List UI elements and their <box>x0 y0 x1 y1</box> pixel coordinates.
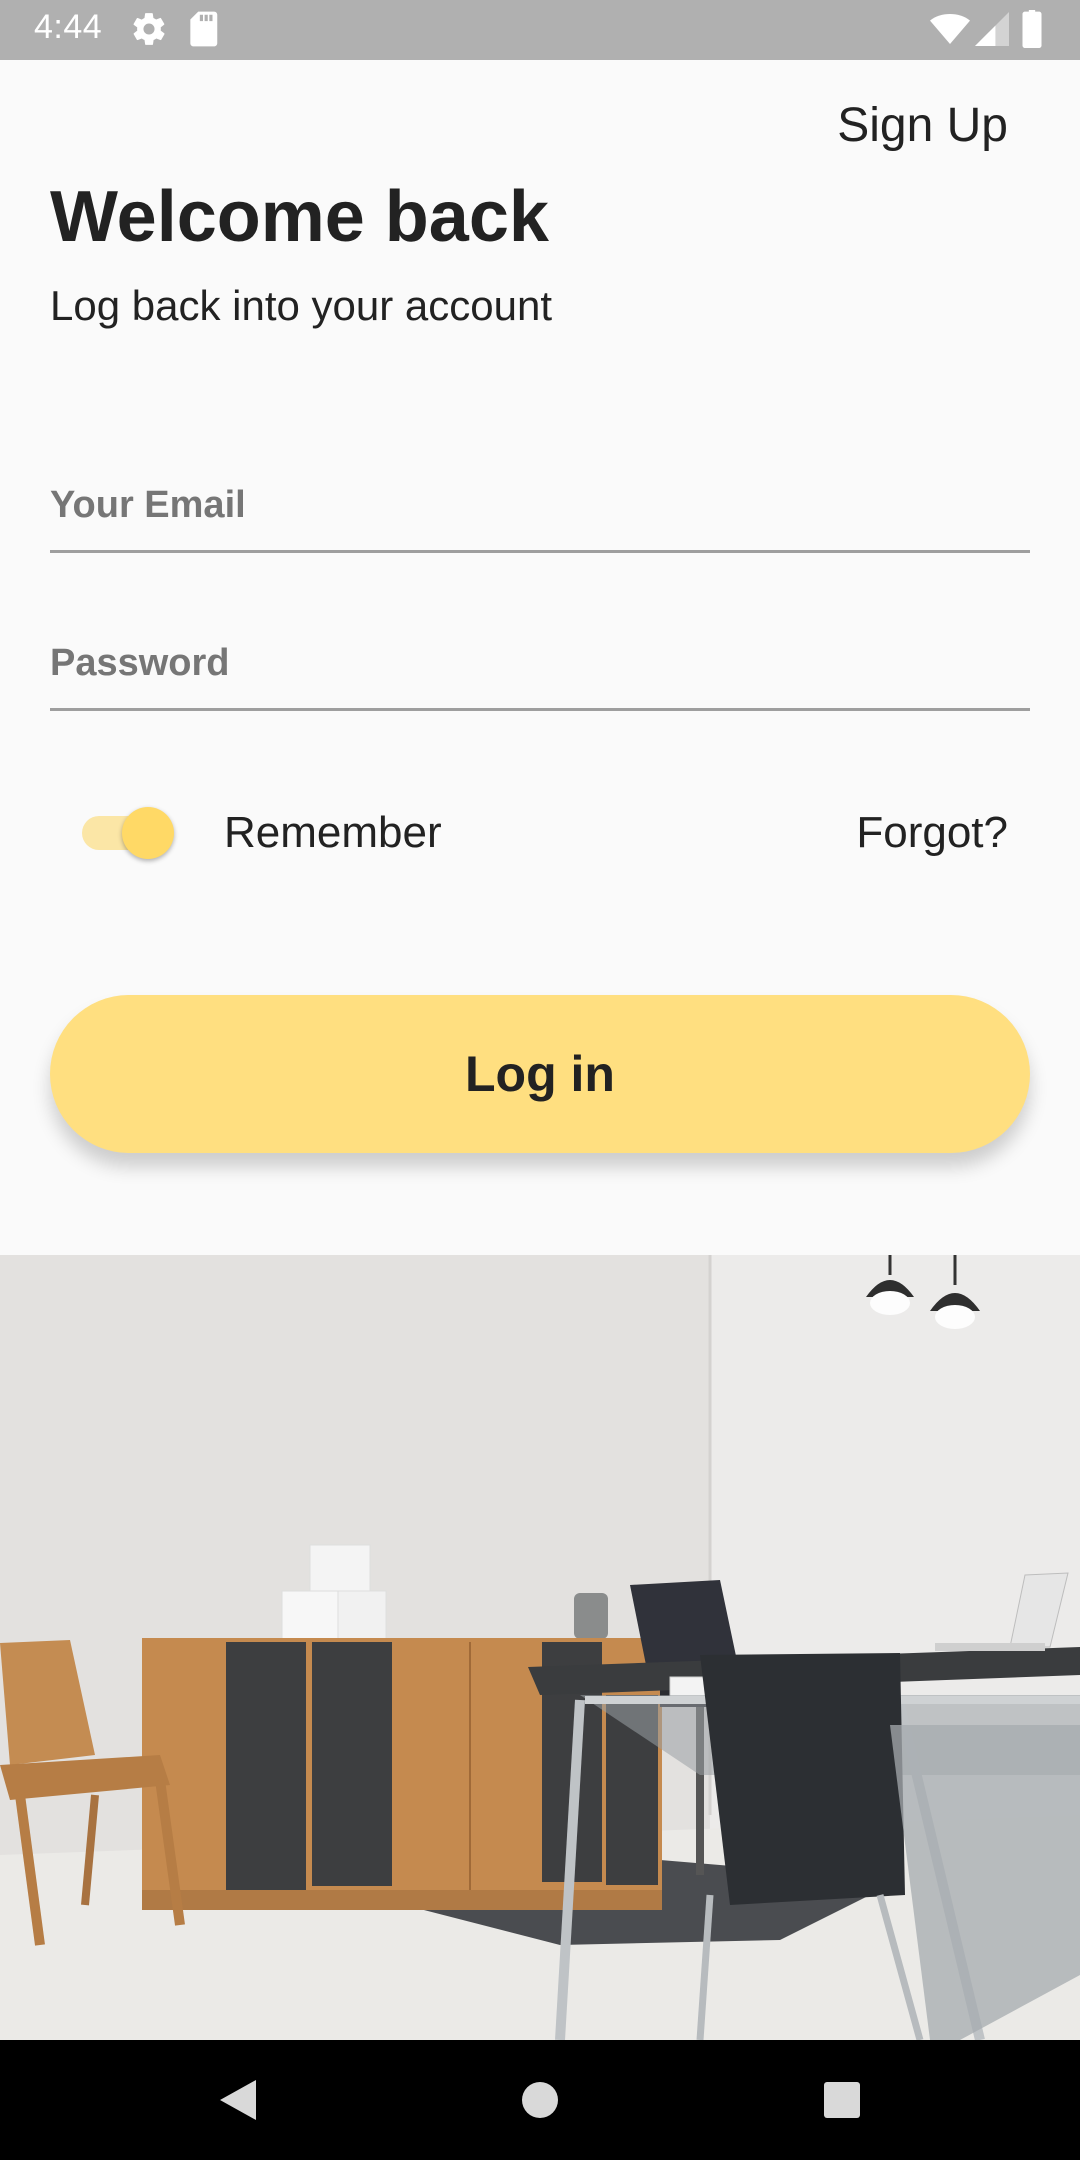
hero-image <box>0 1255 1080 2040</box>
toggle-thumb <box>122 807 174 859</box>
password-field[interactable] <box>50 618 1030 708</box>
wifi-icon <box>930 14 970 44</box>
status-time: 4:44 <box>34 8 103 46</box>
email-field-container <box>50 460 1030 553</box>
signal-icon <box>975 12 1009 46</box>
login-button[interactable]: Log in <box>50 995 1030 1153</box>
password-field-container <box>50 618 1030 711</box>
remember-toggle[interactable] <box>82 807 174 859</box>
office-interior-illustration <box>0 1255 1080 2040</box>
page-subtitle: Log back into your account <box>50 282 552 329</box>
recents-icon[interactable] <box>820 2076 864 2124</box>
home-icon[interactable] <box>518 2076 562 2124</box>
status-bar: 4:44 <box>0 0 1080 60</box>
email-field[interactable] <box>50 460 1030 550</box>
sd-card-icon <box>190 11 218 47</box>
system-nav-bar <box>0 2040 1080 2160</box>
forgot-password-link[interactable]: Forgot? <box>856 808 1008 858</box>
sign-up-link[interactable]: Sign Up <box>837 98 1008 153</box>
back-icon[interactable] <box>216 2076 260 2124</box>
page-title: Welcome back <box>50 177 549 257</box>
battery-icon <box>1022 10 1042 48</box>
remember-label: Remember <box>224 808 442 857</box>
settings-icon <box>133 13 165 45</box>
